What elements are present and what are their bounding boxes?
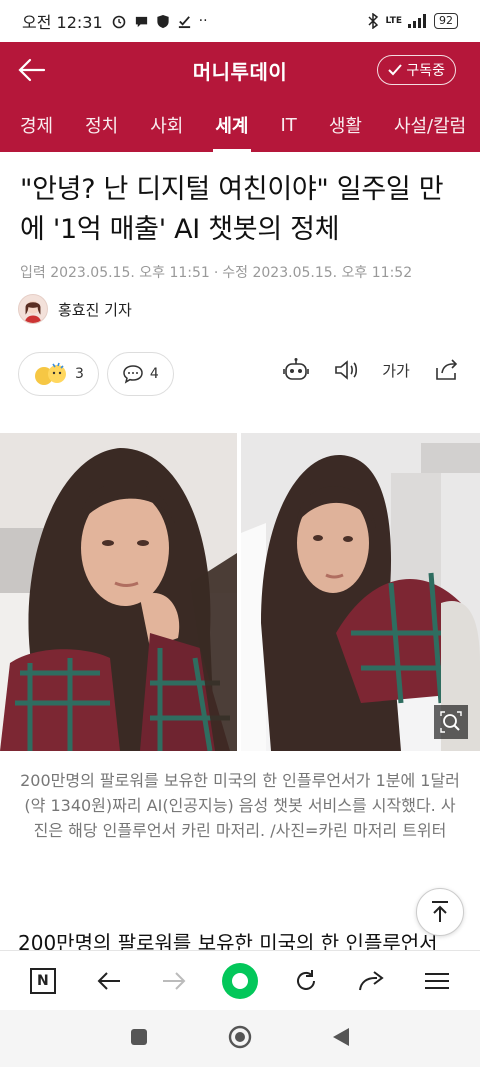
- circle-icon: [228, 1025, 252, 1048]
- font-size-button[interactable]: 가가: [382, 356, 410, 384]
- android-nav-bar: [0, 1010, 480, 1067]
- arrow-left-icon: [97, 971, 120, 990]
- summary-bot-button[interactable]: [282, 356, 310, 384]
- battery-icon: 92: [434, 13, 458, 29]
- author-name: 홍효진 기자: [58, 300, 132, 319]
- browser-toolbar: N: [0, 950, 480, 1010]
- triangle-back-icon: [333, 1027, 349, 1046]
- tab-economy[interactable]: 경제: [4, 98, 69, 152]
- tab-world[interactable]: 세계: [199, 98, 264, 152]
- menu-button[interactable]: [415, 959, 459, 1003]
- refresh-button[interactable]: [284, 959, 328, 1003]
- refresh-icon: [296, 969, 315, 990]
- avatar: [18, 294, 48, 324]
- more-dots-icon: ··: [198, 13, 208, 29]
- check-icon: [388, 64, 403, 76]
- arrow-right-icon: [163, 971, 186, 990]
- square-icon: [131, 1028, 147, 1045]
- published-date: 입력 2023.05.15. 오후 11:51: [20, 265, 210, 281]
- article-photos[interactable]: [0, 433, 480, 751]
- alarm-icon: [112, 15, 125, 29]
- download-check-icon: [178, 15, 190, 28]
- network-type: LTE: [385, 16, 402, 26]
- status-time: 오전 12:31: [22, 13, 103, 32]
- shield-icon: [157, 14, 169, 28]
- hamburger-icon: [425, 972, 450, 989]
- woman-lying-illustration: [241, 433, 480, 751]
- status-bar: 오전 12:31 ·· LTE 92: [0, 0, 480, 42]
- robot-icon: [283, 358, 309, 380]
- category-nav: 경제 정치 사회 세계 IT 생활 사설/칼럼: [0, 98, 480, 152]
- photo-left[interactable]: [0, 433, 237, 751]
- arrow-left-icon: [18, 58, 46, 82]
- article-dates: 입력 2023.05.15. 오후 11:51 · 수정 2023.05.15. 오…: [20, 265, 413, 281]
- system-back-button[interactable]: [332, 1027, 350, 1051]
- browser-share-button[interactable]: [349, 959, 393, 1003]
- signal-icon: [408, 14, 426, 28]
- bluetooth-icon: [368, 13, 379, 29]
- browser-back-button[interactable]: [87, 959, 131, 1003]
- listen-button[interactable]: [332, 356, 360, 384]
- tab-politics[interactable]: 정치: [69, 98, 134, 152]
- arrow-up-icon: [432, 901, 448, 922]
- naver-n-icon: N: [29, 967, 56, 994]
- green-dot-button[interactable]: [218, 959, 262, 1003]
- share-icon: [436, 359, 458, 380]
- tab-life[interactable]: 생활: [313, 98, 378, 152]
- comment-count: 4: [149, 366, 159, 382]
- photo-caption: 200만명의 팔로워를 보유한 미국의 한 인플루언서가 1분에 1달러(약 1…: [20, 771, 460, 840]
- tab-editorial[interactable]: 사설/칼럼: [378, 98, 480, 152]
- recent-apps-button[interactable]: [130, 1028, 148, 1050]
- share-arrow-icon: [359, 970, 385, 990]
- subscribe-label: 구독중: [406, 63, 445, 79]
- font-size-label: 가가: [382, 361, 410, 380]
- updated-date: 수정 2023.05.15. 오후 11:52: [222, 265, 413, 281]
- browser-forward-button[interactable]: [152, 959, 196, 1003]
- status-notification-icons: ··: [111, 13, 208, 29]
- article-headline: "안녕? 난 디지털 여친이야" 일주일 만에 '1억 매출' AI 챗봇의 정…: [20, 174, 444, 245]
- article-tools: 가가: [282, 356, 460, 384]
- home-button[interactable]: [228, 1025, 252, 1053]
- reaction-bar: 3 4: [18, 352, 174, 396]
- zoom-icon: [440, 711, 462, 733]
- comment-icon: [123, 365, 143, 384]
- share-button[interactable]: [432, 356, 460, 384]
- speaker-icon: [335, 360, 358, 380]
- comment-button[interactable]: 4: [106, 352, 174, 396]
- reaction-button[interactable]: 3: [18, 352, 99, 396]
- back-button[interactable]: [16, 54, 48, 86]
- woman-selfie-illustration: [0, 433, 237, 751]
- green-dot-icon: [221, 962, 258, 999]
- clap-emoji-icon: [35, 362, 66, 385]
- tab-society[interactable]: 사회: [134, 98, 199, 152]
- zoom-button[interactable]: [434, 705, 468, 739]
- app-header: 머니투데이 구독중: [0, 42, 480, 98]
- avatar-illustration-icon: [24, 300, 42, 323]
- chat-bubble-icon: [135, 16, 147, 27]
- photo-right[interactable]: [241, 433, 480, 751]
- author-row[interactable]: 홍효진 기자: [18, 294, 132, 324]
- reaction-count: 3: [75, 366, 84, 382]
- naver-home-button[interactable]: N: [21, 959, 65, 1003]
- article-body-start: 200만명의 팔로워를 보유한 미국의 한 인플루언서: [18, 931, 438, 950]
- subscribe-button[interactable]: 구독중: [377, 55, 456, 85]
- scroll-top-button[interactable]: [416, 888, 464, 936]
- tab-it[interactable]: IT: [265, 98, 313, 152]
- status-right: LTE 92: [367, 13, 458, 29]
- publisher-title[interactable]: 머니투데이: [193, 56, 288, 85]
